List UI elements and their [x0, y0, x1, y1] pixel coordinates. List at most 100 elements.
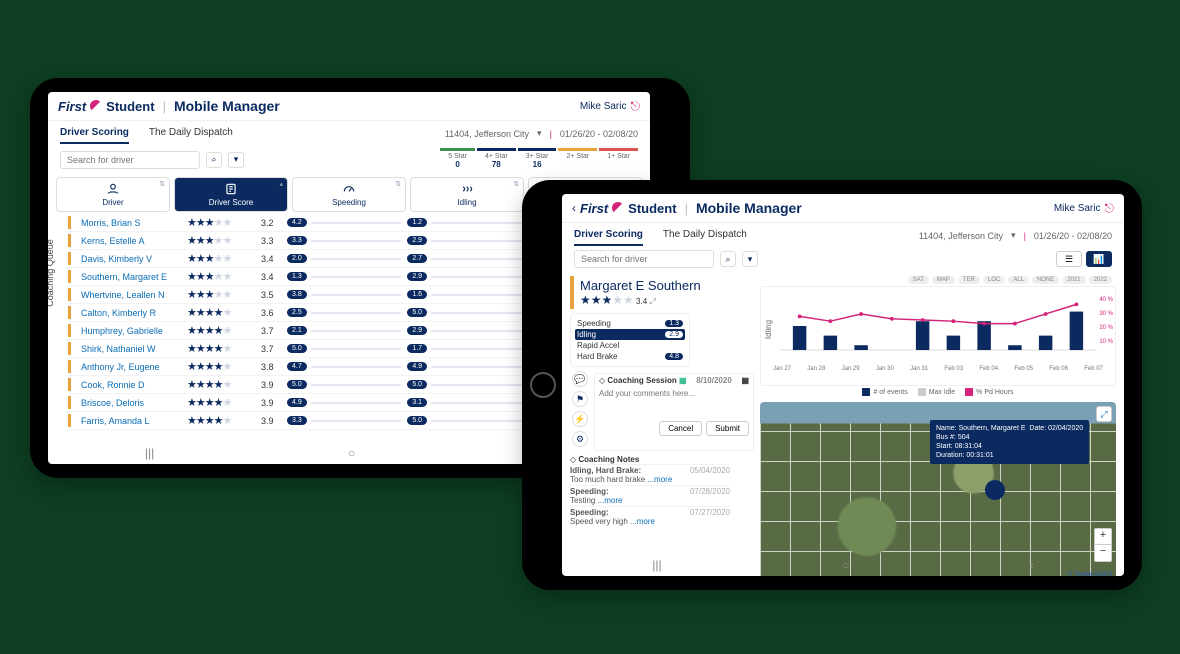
gear-icon[interactable]: ⚙ — [572, 431, 588, 447]
driver-name-link[interactable]: Briscoe, Deloris — [81, 398, 181, 408]
map-event-marker[interactable] — [985, 480, 1005, 500]
driver-name-link[interactable]: Morris, Brian S — [81, 218, 181, 228]
map-popout-icon[interactable]: ⤢ — [1096, 406, 1112, 422]
stat-3star: 3+ Star16 — [518, 148, 557, 171]
col-driver[interactable]: ⇅ Driver — [56, 177, 170, 212]
driver-name-link[interactable]: Kerns, Estelle A — [81, 236, 181, 246]
tablet-right: ‹ First Student | Mobile Manager Mike Sa… — [522, 180, 1142, 590]
bolt-icon[interactable]: ⚡ — [572, 411, 588, 427]
driver-name-link[interactable]: Farris, Amanda L — [81, 416, 181, 426]
chart-ylabel: Idling — [764, 320, 773, 339]
brand-logo-icon — [90, 100, 102, 112]
range-tab[interactable]: ALL — [1008, 276, 1029, 284]
zoom-in-button[interactable]: + — [1095, 529, 1111, 545]
comment-icon[interactable]: 💬 — [572, 371, 588, 387]
filter-dropdown[interactable]: ▾ — [228, 152, 244, 168]
session-title: Coaching Session — [607, 376, 676, 385]
brand-separator: | — [163, 99, 166, 114]
range-tab[interactable]: 2022 — [1089, 276, 1112, 284]
comment-input[interactable] — [595, 387, 753, 417]
search-input[interactable] — [60, 151, 200, 169]
pipe-icon: | — [550, 129, 552, 139]
metric-hard-brake[interactable]: Hard Brake4.8 — [575, 351, 685, 362]
range-tab[interactable]: NONE — [1032, 276, 1059, 284]
range-tab[interactable]: MAP — [932, 276, 955, 284]
location-selector[interactable]: 11404, Jefferson City ▾ | 01/26/20 - 02/… — [445, 123, 638, 144]
right-panel: SATMAPTERLOCALLNONE2021 2022 Idling 40 %3… — [760, 276, 1116, 576]
driver-name-link[interactable]: Anthony Jr, Eugene — [81, 362, 181, 372]
tablet-home-button[interactable] — [530, 372, 556, 398]
view-list-button[interactable]: ☰ — [1056, 251, 1082, 267]
driver-name-link[interactable]: Calton, Kimberly R — [81, 308, 181, 318]
coaching-queue-label: Coaching Queue — [48, 239, 55, 307]
tab-daily-dispatch[interactable]: The Daily Dispatch — [663, 225, 747, 246]
expand-icon[interactable]: ⤢ — [649, 297, 655, 306]
nav-back-icon[interactable]: ‹ — [1030, 558, 1034, 572]
driver-name-link[interactable]: Davis, Kimberly V — [81, 254, 181, 264]
idling-chart: Idling 40 %30 %20 %10 % Jan 27Jan 28Jan … — [760, 286, 1116, 386]
brand-student: Student — [628, 201, 676, 216]
tablet-nav-buttons: ||| ○ ‹ — [562, 558, 1124, 572]
search-button[interactable]: ⌕ — [720, 251, 736, 267]
range-tab[interactable]: LOC — [983, 276, 1005, 284]
nav-recent-icon[interactable]: ||| — [652, 558, 661, 572]
calendar-icon[interactable]: ▦ — [741, 376, 749, 385]
app-screen-detail: ‹ First Student | Mobile Manager Mike Sa… — [562, 194, 1124, 576]
metric-speeding[interactable]: Speeding1.3 — [575, 318, 685, 329]
location-selector[interactable]: 11404, Jefferson City▾ | 01/26/20 - 02/0… — [919, 225, 1112, 246]
chart-svg — [765, 291, 1111, 361]
note-item[interactable]: Speeding:Testing ...more07/28/2020 — [570, 485, 730, 506]
back-icon[interactable]: ‹ — [572, 201, 576, 215]
left-panel: Margaret E Southern ★★★★★ 3.4 ⤢ Speeding… — [570, 276, 754, 576]
range-tab[interactable]: 2021 — [1062, 276, 1085, 284]
flag-icon[interactable]: ⚑ — [572, 391, 588, 407]
stat-4star: 4+ Star78 — [477, 148, 516, 171]
map-tooltip: Name: Southern, Margaret E Date: 02/04/2… — [930, 420, 1089, 464]
driver-name-link[interactable]: Humphrey, Gabrielle — [81, 326, 181, 336]
driver-name-link[interactable]: Cook, Ronnie D — [81, 380, 181, 390]
search-row: ⌕ ▾ ☰ 📊 — [562, 246, 1124, 272]
brand-first: First — [58, 99, 86, 114]
date-range: 01/26/20 - 02/08/20 — [560, 129, 638, 139]
range-tab[interactable]: TER — [958, 276, 980, 284]
col-idling[interactable]: ⇅ Idling — [410, 177, 524, 212]
logout-icon[interactable]: ⎋ — [1105, 201, 1115, 216]
driver-name-link[interactable]: Whertvine, Leallen N — [81, 290, 181, 300]
tab-driver-scoring[interactable]: Driver Scoring — [60, 123, 129, 144]
logout-icon[interactable]: ⎋ — [631, 99, 641, 114]
driver-name: Margaret E Southern — [580, 278, 748, 293]
note-item[interactable]: Idling, Hard Brake:Too much hard brake .… — [570, 464, 730, 485]
tab-driver-scoring[interactable]: Driver Scoring — [574, 225, 643, 246]
user-menu[interactable]: Mike Saric ⎋ — [580, 99, 640, 114]
cancel-button[interactable]: Cancel — [659, 421, 702, 436]
search-row: ⌕ ▾ 5 Star0 4+ Star78 3+ Star16 2+ Star … — [48, 144, 650, 175]
tab-bar: Driver Scoring The Daily Dispatch 11404,… — [562, 223, 1124, 246]
driver-name-link[interactable]: Shirk, Nathaniel W — [81, 344, 181, 354]
nav-home-icon[interactable]: ○ — [348, 446, 355, 460]
col-speeding[interactable]: ⇅ Speeding — [292, 177, 406, 212]
app-title: Mobile Manager — [174, 98, 280, 114]
brand: First Student | Mobile Manager — [580, 200, 802, 216]
tab-daily-dispatch[interactable]: The Daily Dispatch — [149, 123, 233, 144]
map-zoom: + − — [1094, 528, 1112, 562]
search-input[interactable] — [574, 250, 714, 268]
app-title: Mobile Manager — [696, 200, 802, 216]
view-chart-button[interactable]: 📊 — [1086, 251, 1112, 267]
user-menu[interactable]: Mike Saric ⎋ — [1054, 201, 1114, 216]
submit-button[interactable]: Submit — [706, 421, 749, 436]
range-tab[interactable]: SAT — [908, 276, 929, 284]
session-date: 8/10/2020 — [696, 376, 732, 385]
metric-rapid-accel[interactable]: Rapid Accel — [575, 340, 685, 351]
search-button[interactable]: ⌕ — [206, 152, 222, 168]
filter-dropdown[interactable]: ▾ — [742, 251, 758, 267]
app-header: ‹ First Student | Mobile Manager Mike Sa… — [562, 194, 1124, 223]
nav-recent-icon[interactable]: ||| — [145, 446, 154, 460]
note-item[interactable]: Speeding:Speed very high ...more07/27/20… — [570, 506, 730, 527]
user-name: Mike Saric — [580, 101, 627, 112]
map[interactable]: ⤢ Name: Southern, Margaret E Date: 02/04… — [760, 402, 1116, 576]
driver-name-link[interactable]: Southern, Margaret E — [81, 272, 181, 282]
metric-idling[interactable]: Idling2.9 — [575, 329, 685, 340]
nav-home-icon[interactable]: ○ — [842, 558, 849, 572]
col-score[interactable]: ▴ Driver Score — [174, 177, 288, 212]
metric-list: Speeding1.3Idling2.9Rapid AccelHard Brak… — [570, 313, 690, 367]
